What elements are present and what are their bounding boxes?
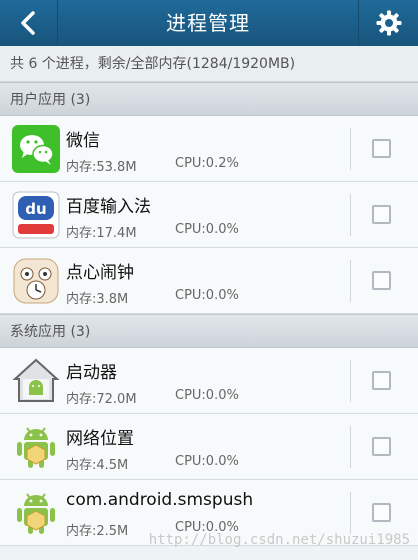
section-header-user-apps: 用户应用 (3) xyxy=(0,82,418,116)
app-name: 百度输入法 xyxy=(66,197,151,217)
launcher-icon xyxy=(12,358,60,402)
watermark: http://blog.csdn.net/shuzui1985 xyxy=(148,532,410,548)
wechat-icon xyxy=(12,125,60,173)
back-arrow-icon xyxy=(21,11,35,35)
select-checkbox[interactable] xyxy=(372,205,391,224)
memory-usage: 内存:72.0M xyxy=(66,392,137,407)
process-row[interactable]: du 百度输入法 内存:17.4M CPU:0.0% xyxy=(0,182,418,248)
alarm-clock-icon xyxy=(13,258,59,304)
divider xyxy=(350,360,351,402)
app-name: 启动器 xyxy=(66,363,117,383)
cpu-usage: CPU:0.0% xyxy=(175,288,239,303)
app-name: 网络位置 xyxy=(66,429,134,449)
cpu-usage: CPU:0.0% xyxy=(175,222,239,237)
android-icon xyxy=(17,427,55,468)
memory-usage: 内存:17.4M xyxy=(66,226,137,241)
page-title: 进程管理 xyxy=(166,11,250,35)
select-checkbox[interactable] xyxy=(372,139,391,158)
baidu-input-icon: du xyxy=(12,191,60,239)
select-checkbox[interactable] xyxy=(372,503,391,522)
divider xyxy=(350,492,351,534)
app-name: com.android.smspush xyxy=(66,490,254,510)
process-row[interactable]: 微信 内存:53.8M CPU:0.2% xyxy=(0,116,418,182)
divider xyxy=(350,194,351,236)
memory-usage: 内存:3.8M xyxy=(66,292,129,307)
gear-icon xyxy=(376,10,402,36)
memory-usage: 内存:4.5M xyxy=(66,458,129,473)
process-row[interactable]: 网络位置 内存:4.5M CPU:0.0% xyxy=(0,414,418,480)
select-checkbox[interactable] xyxy=(372,271,391,290)
process-row[interactable]: 点心闹钟 内存:3.8M CPU:0.0% xyxy=(0,248,418,314)
app-name: 微信 xyxy=(66,131,100,151)
select-checkbox[interactable] xyxy=(372,437,391,456)
divider xyxy=(350,426,351,468)
divider xyxy=(350,128,351,170)
cpu-usage: CPU:0.0% xyxy=(175,454,239,469)
cpu-usage: CPU:0.2% xyxy=(175,156,239,171)
android-icon xyxy=(17,493,55,534)
svg-text:du: du xyxy=(25,200,46,218)
cpu-usage: CPU:0.0% xyxy=(175,388,239,403)
title-bar: 进程管理 xyxy=(0,0,418,46)
settings-button[interactable] xyxy=(358,0,418,46)
app-name: 点心闹钟 xyxy=(66,263,134,283)
memory-usage: 内存:53.8M xyxy=(66,160,137,175)
memory-summary: 共 6 个进程，剩余/全部内存(1284/1920MB) xyxy=(0,46,418,82)
select-checkbox[interactable] xyxy=(372,371,391,390)
process-row[interactable]: 启动器 内存:72.0M CPU:0.0% xyxy=(0,348,418,414)
section-header-system-apps: 系统应用 (3) xyxy=(0,314,418,348)
divider xyxy=(350,260,351,302)
back-button[interactable] xyxy=(0,0,58,46)
memory-usage: 内存:2.5M xyxy=(66,524,129,539)
